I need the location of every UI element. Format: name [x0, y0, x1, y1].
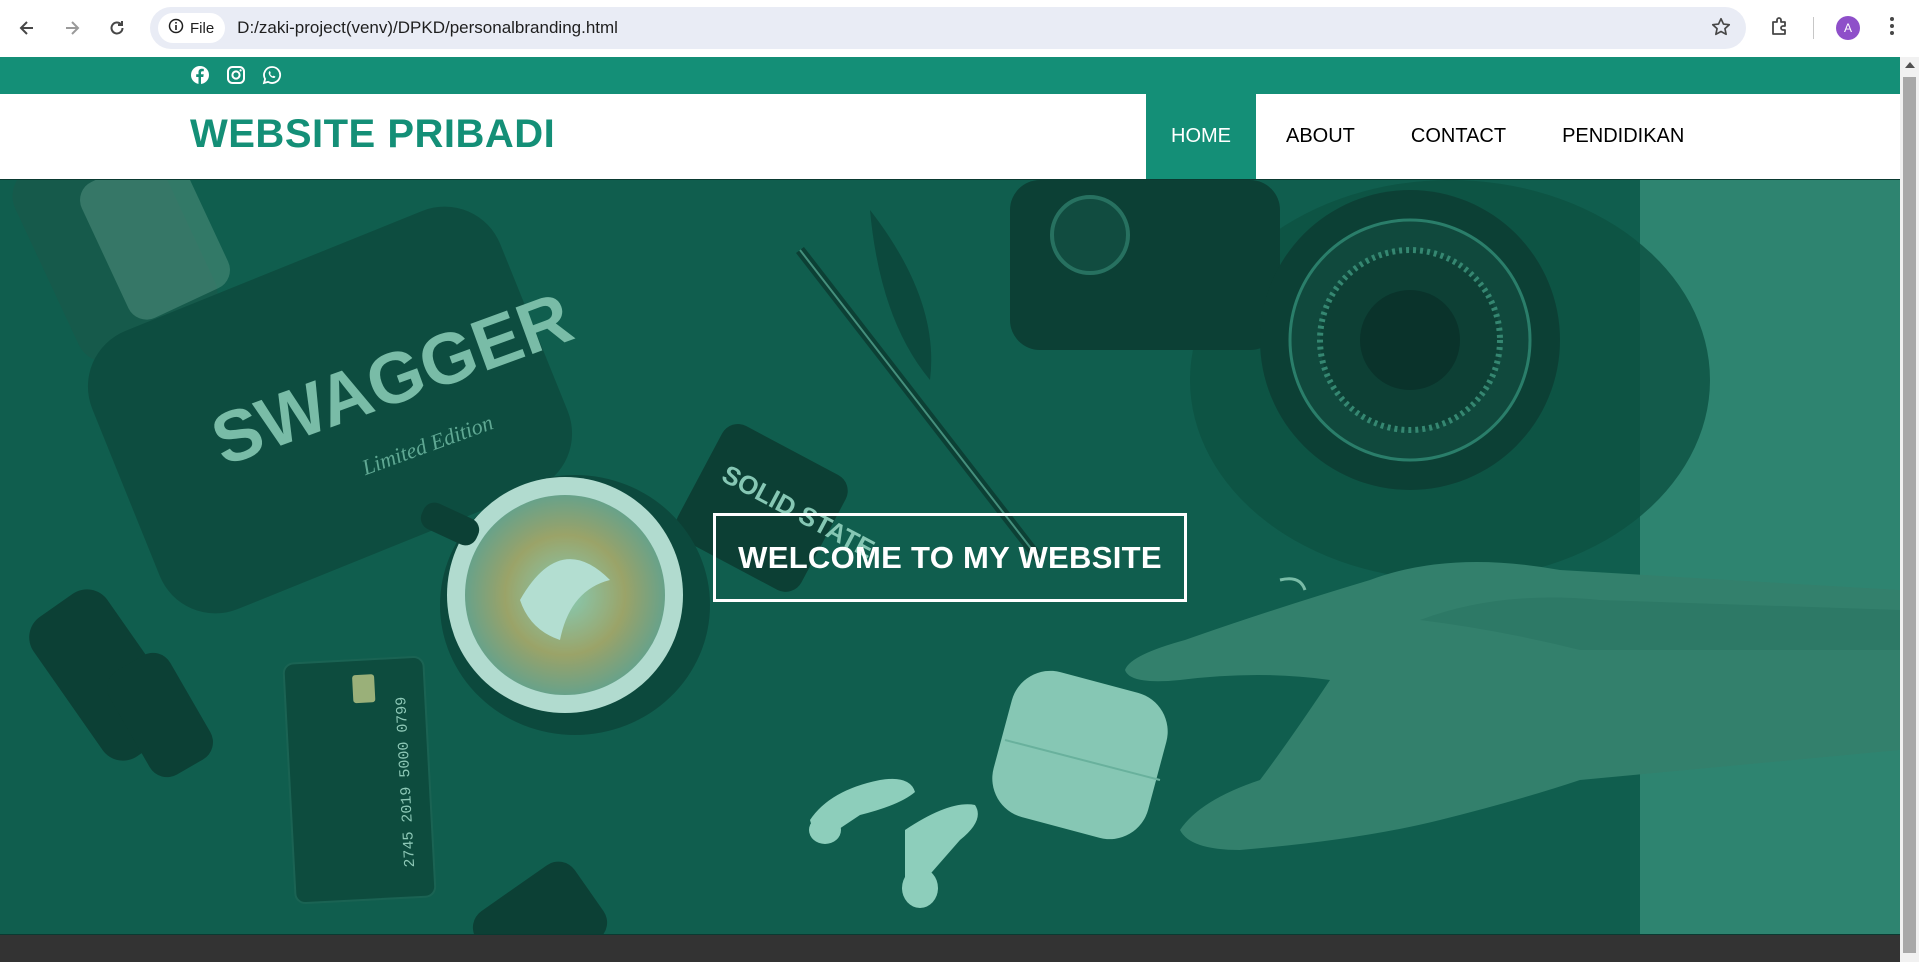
social-topbar — [0, 57, 1900, 94]
profile-avatar[interactable]: A — [1836, 16, 1860, 40]
facebook-icon[interactable] — [190, 65, 210, 85]
address-bar[interactable]: File D:/zaki-project(venv)/DPKD/personal… — [150, 7, 1746, 49]
page-scrollbar[interactable] — [1900, 57, 1919, 962]
site-chip-label: File — [190, 19, 215, 37]
hero-section: SWAGGER Limited Edition SOLID STATE 2745… — [0, 179, 1900, 935]
reload-icon[interactable] — [103, 14, 131, 42]
whatsapp-icon[interactable] — [262, 65, 282, 85]
url-text[interactable]: D:/zaki-project(venv)/DPKD/personalbrand… — [237, 18, 618, 38]
scrollbar-thumb[interactable] — [1903, 77, 1916, 953]
instagram-icon[interactable] — [226, 65, 246, 85]
site-info-chip[interactable]: File — [158, 13, 226, 43]
main-nav: HOME ABOUT CONTACT PENDIDIKAN — [1146, 94, 1712, 179]
extensions-icon[interactable] — [1768, 14, 1792, 43]
browser-toolbar: File D:/zaki-project(venv)/DPKD/personal… — [0, 0, 1919, 57]
nav-home[interactable]: HOME — [1146, 94, 1256, 179]
nav-about[interactable]: ABOUT — [1256, 94, 1383, 179]
nav-contact[interactable]: CONTACT — [1383, 94, 1534, 179]
nav-pendidikan[interactable]: PENDIDIKAN — [1534, 94, 1712, 179]
back-icon[interactable] — [13, 14, 41, 42]
info-icon — [168, 18, 184, 38]
site-logo[interactable]: WEBSITE PRIBADI — [190, 112, 555, 157]
scroll-up-arrow-icon[interactable] — [1905, 62, 1915, 68]
site-header: WEBSITE PRIBADI HOME ABOUT CONTACT PENDI… — [0, 94, 1900, 179]
footer-strip — [0, 935, 1900, 962]
page-viewport: WEBSITE PRIBADI HOME ABOUT CONTACT PENDI… — [0, 57, 1900, 962]
welcome-heading: WELCOME TO MY WEBSITE — [738, 539, 1162, 575]
toolbar-divider — [1813, 17, 1814, 39]
more-menu-icon[interactable] — [1880, 14, 1904, 43]
bookmark-star-icon[interactable] — [1710, 16, 1732, 43]
welcome-box: WELCOME TO MY WEBSITE — [713, 513, 1187, 602]
forward-icon[interactable] — [58, 14, 86, 42]
